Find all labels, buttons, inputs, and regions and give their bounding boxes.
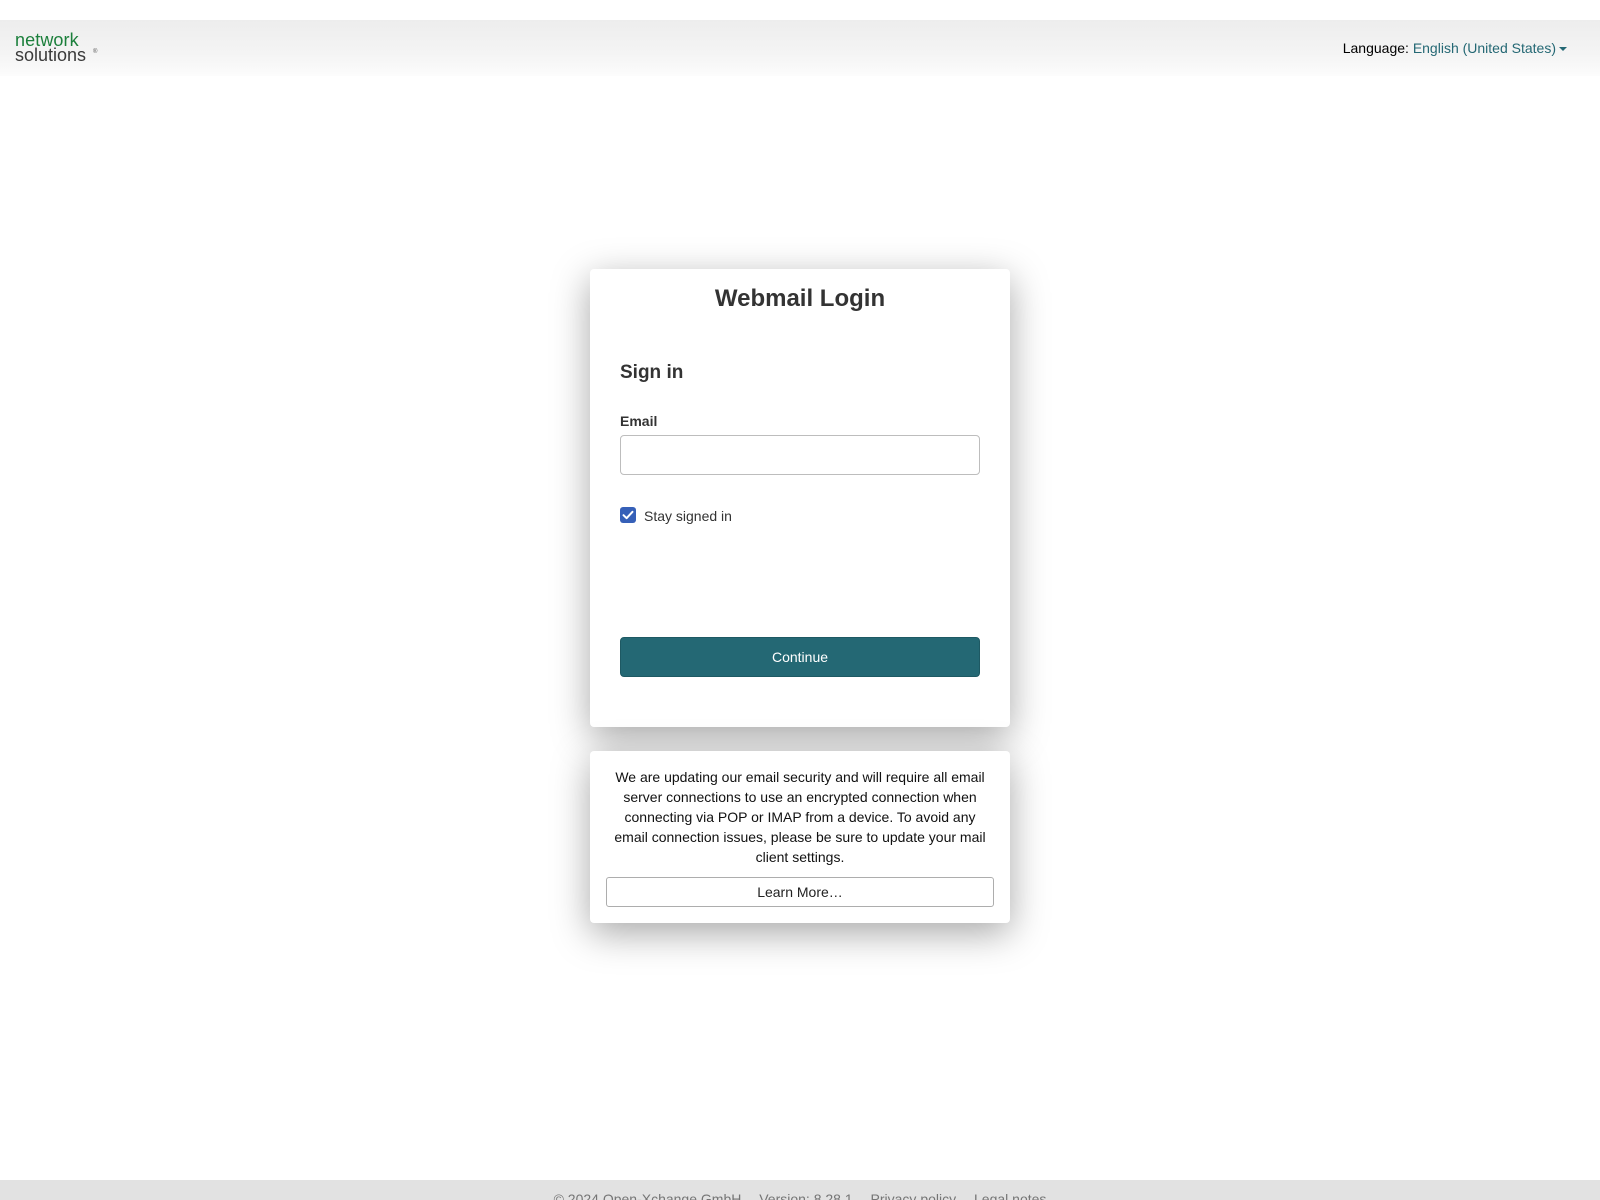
header-bar: network solutions ® Language: English (U… [0, 20, 1600, 76]
top-strip [0, 0, 1600, 20]
network-solutions-logo[interactable]: network solutions ® [15, 31, 105, 67]
privacy-policy-link[interactable]: Privacy policy [871, 1191, 957, 1200]
stay-signed-in-label[interactable]: Stay signed in [644, 508, 732, 524]
logo-text-solutions: solutions [15, 45, 87, 65]
footer-bar: © 2024 Open-Xchange GmbH Version: 8.28.1… [0, 1180, 1600, 1200]
language-selector: Language: English (United States) [1343, 39, 1567, 57]
language-label: Language: [1342, 40, 1409, 56]
footer-links: © 2024 Open-Xchange GmbH Version: 8.28.1… [0, 1190, 1600, 1200]
signin-heading: Sign in [620, 362, 684, 383]
caret-down-icon [1559, 47, 1567, 52]
login-page: network solutions ® Language: English (U… [0, 0, 1600, 1200]
email-label: Email [620, 413, 658, 429]
footer-copyright: © 2024 Open-Xchange GmbH [553, 1191, 742, 1200]
footer-version: Version: 8.28.1 [759, 1191, 853, 1200]
security-notice-box: We are updating our email security and w… [590, 751, 1010, 923]
continue-button[interactable]: Continue [620, 637, 980, 677]
language-value: English (United States) [1412, 40, 1556, 56]
logo-registered-mark: ® [93, 49, 98, 55]
login-title: Webmail Login [714, 285, 886, 312]
checkmark-icon [622, 510, 634, 520]
security-notice-text: We are updating our email security and w… [614, 769, 986, 865]
learn-more-button[interactable]: Learn More… [606, 877, 994, 907]
stay-signed-in-checkbox[interactable] [620, 507, 636, 523]
legal-notes-link[interactable]: Legal notes [974, 1191, 1046, 1200]
login-box: Webmail Login Sign in Email Stay signed … [590, 269, 1010, 727]
language-dropdown[interactable]: English (United States) [1413, 40, 1567, 56]
email-input[interactable] [620, 435, 980, 475]
